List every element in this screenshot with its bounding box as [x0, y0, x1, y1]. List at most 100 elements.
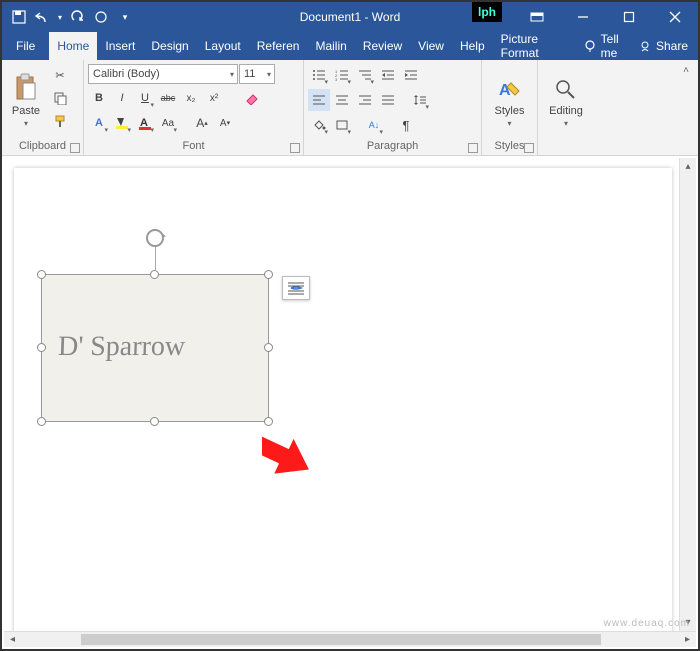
editing-group-label	[538, 137, 594, 155]
chevron-down-icon: ▾	[564, 119, 568, 128]
vertical-scrollbar[interactable]: ▴ ▾	[679, 158, 696, 631]
format-painter-button[interactable]	[48, 110, 72, 132]
tab-insert[interactable]: Insert	[97, 32, 143, 60]
tab-view[interactable]: View	[410, 32, 452, 60]
eraser-icon	[244, 91, 260, 105]
scroll-left-icon[interactable]: ◂	[4, 632, 21, 647]
grow-font-button[interactable]: A▴	[191, 112, 213, 134]
window-controls	[514, 2, 698, 32]
paragraph-dialog-launcher[interactable]	[468, 143, 478, 153]
change-case-button[interactable]: Aa	[157, 112, 179, 134]
font-name-combo[interactable]: Calibri (Body)	[88, 64, 238, 84]
resize-handle-bl[interactable]	[37, 417, 46, 426]
sort-button[interactable]: A↓	[363, 114, 385, 136]
justify-button[interactable]	[377, 89, 399, 111]
tell-me-label: Tell me	[601, 32, 632, 60]
undo-icon[interactable]	[32, 6, 54, 28]
font-dialog-launcher[interactable]	[290, 143, 300, 153]
layout-options-button[interactable]	[282, 276, 310, 300]
share-button[interactable]: Share	[638, 39, 688, 53]
font-name-value: Calibri (Body)	[93, 68, 160, 80]
customize-qat-icon[interactable]: ▾	[114, 6, 136, 28]
font-color-icon: A	[137, 116, 153, 130]
scroll-right-icon[interactable]: ▸	[679, 632, 696, 647]
touch-mode-icon[interactable]	[90, 6, 112, 28]
close-button[interactable]	[652, 2, 698, 32]
cut-button[interactable]: ✂	[48, 64, 72, 86]
resize-handle-tr[interactable]	[264, 270, 273, 279]
styles-button[interactable]: A Styles ▾	[486, 64, 533, 137]
hscroll-thumb[interactable]	[81, 634, 601, 645]
maximize-button[interactable]	[606, 2, 652, 32]
align-center-button[interactable]	[331, 89, 353, 111]
scissors-icon: ✂	[55, 69, 64, 82]
group-font: Calibri (Body) 11 B I U abc x₂ x² A A	[84, 60, 304, 155]
font-size-combo[interactable]: 11	[239, 64, 275, 84]
tab-layout[interactable]: Layout	[197, 32, 249, 60]
font-color-button[interactable]: A	[134, 112, 156, 134]
save-icon[interactable]	[8, 6, 30, 28]
group-styles: A Styles ▾ Styles	[482, 60, 538, 155]
numbering-icon: 123	[335, 69, 349, 81]
increase-indent-button[interactable]	[400, 64, 422, 86]
highlight-icon	[114, 116, 130, 130]
superscript-button[interactable]: x²	[203, 87, 225, 109]
borders-button[interactable]	[331, 114, 353, 136]
clipboard-dialog-launcher[interactable]	[70, 143, 80, 153]
copy-button[interactable]	[48, 87, 72, 109]
line-spacing-button[interactable]	[409, 89, 431, 111]
bullets-button[interactable]	[308, 64, 330, 86]
styles-dialog-launcher[interactable]	[524, 143, 534, 153]
horizontal-scrollbar[interactable]: ◂ ▸	[4, 631, 696, 647]
tell-me[interactable]: Tell me	[583, 32, 632, 60]
minimize-button[interactable]	[560, 2, 606, 32]
shrink-font-button[interactable]: A▾	[214, 112, 236, 134]
title-bar: ▾ ▾ Document1 - Word lph	[2, 2, 698, 32]
tab-help[interactable]: Help	[452, 32, 493, 60]
tab-mailings[interactable]: Mailin	[307, 32, 354, 60]
tab-review[interactable]: Review	[355, 32, 410, 60]
collapse-ribbon-button[interactable]: ˄	[678, 62, 694, 78]
resize-handle-b[interactable]	[150, 417, 159, 426]
multilevel-list-button[interactable]	[354, 64, 376, 86]
selected-picture[interactable]: D' Sparrow	[41, 274, 269, 422]
scroll-up-icon[interactable]: ▴	[680, 158, 696, 175]
tab-picture-format[interactable]: Picture Format	[493, 32, 583, 60]
italic-button[interactable]: I	[111, 87, 133, 109]
bold-button[interactable]: B	[88, 87, 110, 109]
decrease-indent-button[interactable]	[377, 64, 399, 86]
shading-button[interactable]	[308, 114, 330, 136]
paste-button[interactable]: Paste ▾	[6, 64, 46, 137]
rotate-handle[interactable]	[146, 229, 164, 247]
resize-handle-r[interactable]	[264, 343, 273, 352]
paint-bucket-icon	[312, 119, 326, 131]
resize-handle-l[interactable]	[37, 343, 46, 352]
tab-home[interactable]: Home	[49, 32, 97, 60]
clear-formatting-button[interactable]	[241, 87, 263, 109]
page[interactable]: D' Sparrow	[14, 168, 672, 631]
tab-file[interactable]: File	[2, 32, 49, 60]
svg-text:3: 3	[335, 77, 338, 81]
numbering-button[interactable]: 123	[331, 64, 353, 86]
tab-design[interactable]: Design	[143, 32, 196, 60]
show-marks-button[interactable]: ¶	[395, 114, 417, 136]
strikethrough-button[interactable]: abc	[157, 87, 179, 109]
resize-handle-tl[interactable]	[37, 270, 46, 279]
ribbon-options-icon[interactable]	[514, 2, 560, 32]
subscript-button[interactable]: x₂	[180, 87, 202, 109]
redo-icon[interactable]	[66, 6, 88, 28]
resize-handle-t[interactable]	[150, 270, 159, 279]
ribbon-tabs: File Home Insert Design Layout Referen M…	[2, 32, 698, 60]
styles-icon: A	[497, 77, 523, 103]
layout-options-icon	[287, 281, 305, 295]
hscroll-track[interactable]	[21, 632, 679, 647]
paste-label: Paste	[12, 105, 40, 117]
tab-references[interactable]: Referen	[249, 32, 308, 60]
align-left-button[interactable]	[308, 89, 330, 111]
text-effects-button[interactable]: A	[88, 112, 110, 134]
highlight-button[interactable]	[111, 112, 133, 134]
underline-button[interactable]: U	[134, 87, 156, 109]
editing-button[interactable]: Editing ▾	[542, 64, 590, 137]
align-right-button[interactable]	[354, 89, 376, 111]
resize-handle-br[interactable]	[264, 417, 273, 426]
